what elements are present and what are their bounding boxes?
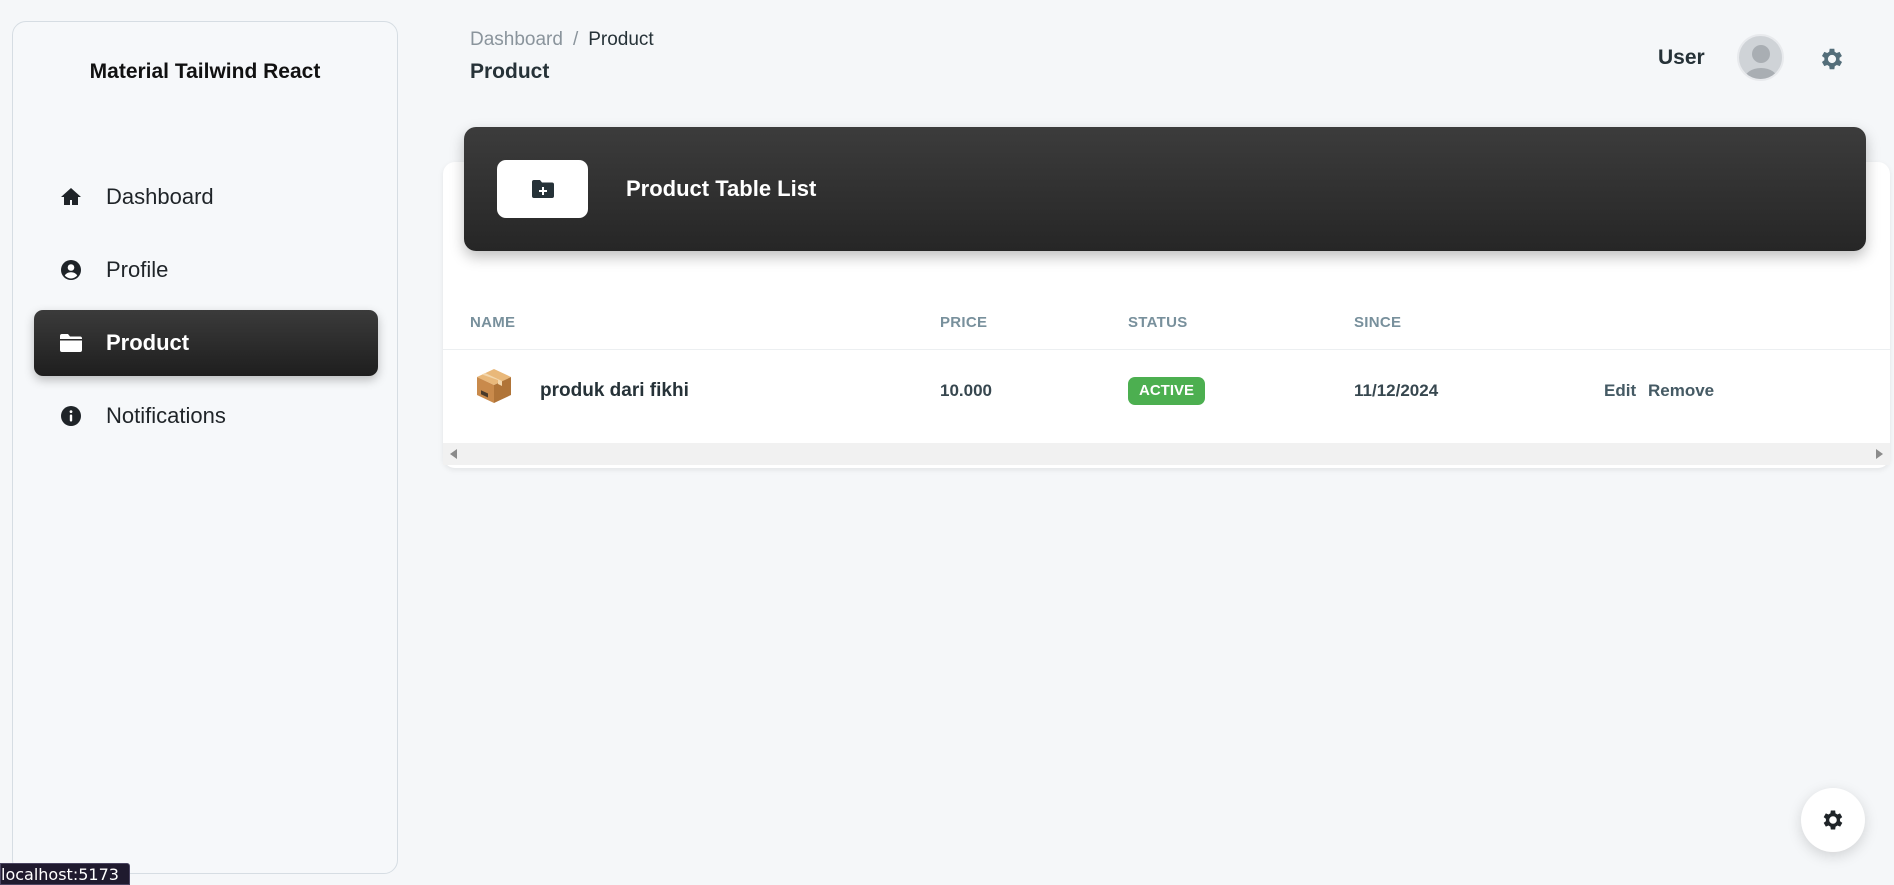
- avatar[interactable]: [1737, 34, 1784, 81]
- user-circle-icon: [58, 257, 84, 283]
- page-title: Product: [470, 60, 550, 83]
- breadcrumb: Dashboard / Product: [470, 29, 654, 51]
- sidebar-item-label: Notifications: [106, 403, 226, 428]
- brand-title[interactable]: Material Tailwind React: [13, 60, 397, 84]
- gear-icon: [1821, 48, 1843, 70]
- sidebar-item-label: Profile: [106, 257, 169, 282]
- column-header-name: NAME: [470, 314, 516, 331]
- sidebar: Material Tailwind React Dashboard Profil…: [12, 21, 398, 874]
- product-since: 11/12/2024: [1354, 381, 1439, 400]
- status-bar-url: localhost:5173: [0, 863, 130, 885]
- breadcrumb-link-dashboard[interactable]: Dashboard: [470, 29, 563, 50]
- sidebar-item-dashboard[interactable]: Dashboard: [34, 164, 378, 230]
- card-title: Product Table List: [626, 176, 817, 201]
- sidebar-item-product[interactable]: Product: [34, 310, 378, 376]
- sidebar-item-label: Product: [106, 330, 190, 355]
- column-header-since: SINCE: [1354, 314, 1402, 331]
- horizontal-scrollbar[interactable]: [443, 443, 1890, 465]
- product-price: 10.000: [940, 381, 992, 400]
- folder-icon: [58, 330, 84, 356]
- user-avatar-icon: [1744, 45, 1778, 79]
- remove-button[interactable]: Remove: [1648, 381, 1714, 401]
- breadcrumb-current: Product: [588, 29, 654, 50]
- scroll-left-arrow-icon[interactable]: [450, 449, 457, 459]
- gear-icon: [1823, 810, 1843, 830]
- user-menu-label[interactable]: User: [1658, 46, 1705, 70]
- info-circle-icon: [58, 403, 84, 429]
- add-product-button[interactable]: [497, 160, 588, 218]
- sidebar-nav: Dashboard Profile Product Notifications: [34, 164, 378, 456]
- sidebar-item-profile[interactable]: Profile: [34, 237, 378, 303]
- breadcrumb-separator: /: [572, 29, 579, 50]
- sidebar-item-label: Dashboard: [106, 184, 214, 209]
- status-badge: ACTIVE: [1128, 377, 1206, 405]
- sidebar-item-notifications[interactable]: Notifications: [34, 383, 378, 449]
- floating-settings-button[interactable]: [1801, 788, 1865, 852]
- column-header-status: STATUS: [1128, 314, 1188, 331]
- settings-button[interactable]: [1818, 45, 1846, 73]
- header-divider: [443, 349, 1890, 350]
- card-header: Product Table List: [464, 127, 1866, 251]
- product-name: produk dari fikhi: [540, 380, 689, 401]
- home-icon: [58, 184, 84, 210]
- folder-plus-icon: [531, 180, 554, 198]
- edit-button[interactable]: Edit: [1604, 381, 1636, 401]
- package-icon: [474, 366, 514, 406]
- scroll-right-arrow-icon[interactable]: [1876, 449, 1883, 459]
- column-header-price: PRICE: [940, 314, 988, 331]
